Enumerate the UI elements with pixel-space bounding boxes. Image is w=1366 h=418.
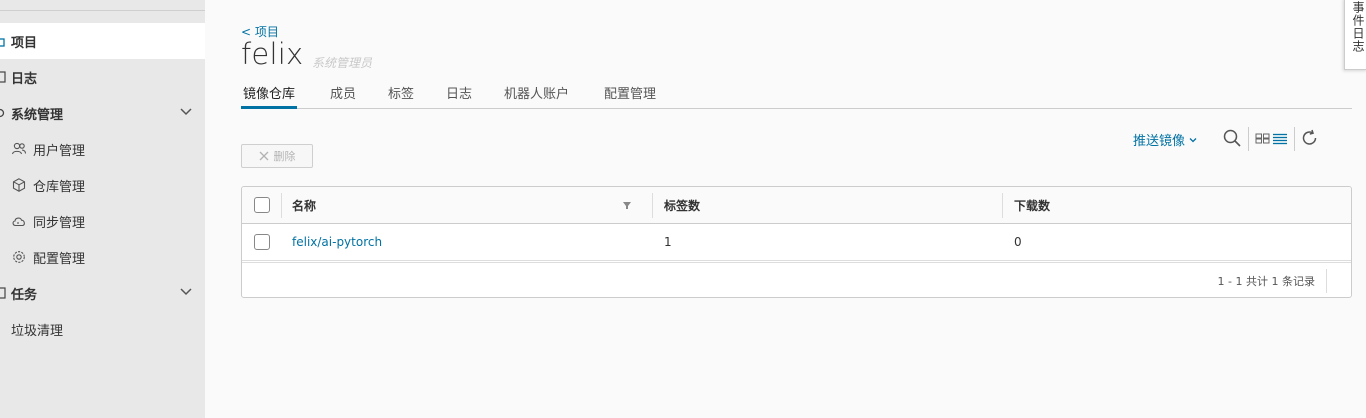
tab-logs[interactable]: 日志: [446, 83, 472, 109]
task-icon: [0, 287, 6, 299]
sidebar-item-garbage-collection[interactable]: 垃圾清理: [0, 311, 205, 347]
column-divider: [281, 193, 282, 218]
repository-link[interactable]: felix/ai-pytorch: [292, 235, 382, 249]
table-footer: 1 - 1 共计 1 条记录: [242, 262, 1351, 297]
tab-members[interactable]: 成员: [330, 83, 356, 109]
cog-icon: [13, 251, 25, 263]
refresh-icon[interactable]: [1300, 128, 1320, 148]
log-icon: [0, 71, 6, 83]
toolbar-divider: [1248, 127, 1249, 151]
chevron-down-icon[interactable]: [179, 285, 193, 299]
row-checkbox[interactable]: [254, 234, 270, 250]
sidebar-item-label: 系统管理: [11, 107, 64, 123]
tab-robot-accounts[interactable]: 机器人账户: [504, 83, 569, 109]
column-divider: [652, 193, 653, 218]
sidebar-item-configuration[interactable]: 配置管理: [0, 239, 205, 275]
sidebar-item-label: 用户管理: [33, 143, 86, 159]
push-image-button[interactable]: 推送镜像: [1133, 130, 1197, 149]
tab-bar: 镜像仓库 成员 标签 日志 机器人账户 配置管理: [241, 80, 1352, 109]
sidebar: 项目 日志 系统管理 用户管理 仓库管理 同步管理 配置管理 任务 垃圾清理: [0, 0, 205, 418]
repositories-table: 名称 标签数 下载数 felix/ai-pytorch 1 0 1 - 1 共计…: [241, 186, 1352, 298]
tab-repositories[interactable]: 镜像仓库: [241, 83, 298, 109]
select-all-checkbox[interactable]: [254, 197, 270, 213]
sidebar-item-user-management[interactable]: 用户管理: [0, 131, 205, 167]
tag-count: 1: [664, 235, 672, 249]
box-icon: [12, 178, 26, 192]
role-label: 系统管理员: [312, 56, 373, 70]
delete-label: 删除: [273, 150, 296, 163]
sidebar-item-projects[interactable]: 项目: [0, 23, 205, 59]
sidebar-item-label: 日志: [11, 71, 38, 87]
close-icon: [259, 151, 268, 161]
sidebar-item-label: 项目: [11, 35, 38, 51]
list-view-icon[interactable]: [1272, 128, 1288, 148]
column-divider: [1002, 193, 1003, 218]
cloud-sync-icon: [12, 217, 25, 227]
toolbar-divider: [1294, 127, 1295, 151]
tab-labels[interactable]: 标签: [388, 83, 414, 109]
download-count: 0: [1014, 235, 1022, 249]
event-log-label: 事件日志: [1351, 1, 1365, 53]
sidebar-item-logs[interactable]: 日志: [0, 59, 205, 95]
sidebar-item-label: 任务: [11, 287, 38, 303]
search-icon[interactable]: [1222, 128, 1242, 148]
app-root: 项目 日志 系统管理 用户管理 仓库管理 同步管理 配置管理 任务 垃圾清理 <…: [0, 0, 1366, 418]
sidebar-item-replication[interactable]: 同步管理: [0, 203, 205, 239]
event-log-tab[interactable]: 事件日志: [1344, 0, 1366, 70]
table-row: felix/ai-pytorch 1 0: [242, 224, 1351, 261]
filter-icon[interactable]: [622, 199, 632, 211]
delete-button[interactable]: 删除: [241, 144, 313, 168]
page-title: felix: [241, 37, 304, 71]
column-header-downloads[interactable]: 下载数: [1014, 197, 1050, 214]
column-header-tags[interactable]: 标签数: [664, 197, 700, 214]
gear-icon: [0, 107, 6, 119]
table-header: 名称 标签数 下载数: [242, 187, 1351, 224]
users-icon: [11, 142, 27, 155]
chevron-down-icon: [1189, 137, 1197, 142]
grid-view-icon[interactable]: [1255, 128, 1271, 148]
sidebar-item-registry-management[interactable]: 仓库管理: [0, 167, 205, 203]
sidebar-item-label: 仓库管理: [33, 179, 86, 195]
chevron-down-icon[interactable]: [179, 105, 193, 119]
sidebar-item-label: 垃圾清理: [11, 323, 64, 339]
push-image-label: 推送镜像: [1133, 134, 1186, 149]
project-icon: [0, 35, 6, 47]
sidebar-divider: [0, 10, 205, 11]
tab-configuration[interactable]: 配置管理: [604, 83, 656, 109]
column-header-name[interactable]: 名称: [292, 197, 316, 214]
sidebar-item-label: 同步管理: [33, 215, 86, 231]
sidebar-item-tasks[interactable]: 任务: [0, 275, 205, 311]
footer-divider: [1326, 269, 1327, 293]
sidebar-item-system-admin[interactable]: 系统管理: [0, 95, 205, 131]
pagination-summary: 1 - 1 共计 1 条记录: [1217, 275, 1315, 288]
sidebar-item-label: 配置管理: [33, 251, 86, 267]
